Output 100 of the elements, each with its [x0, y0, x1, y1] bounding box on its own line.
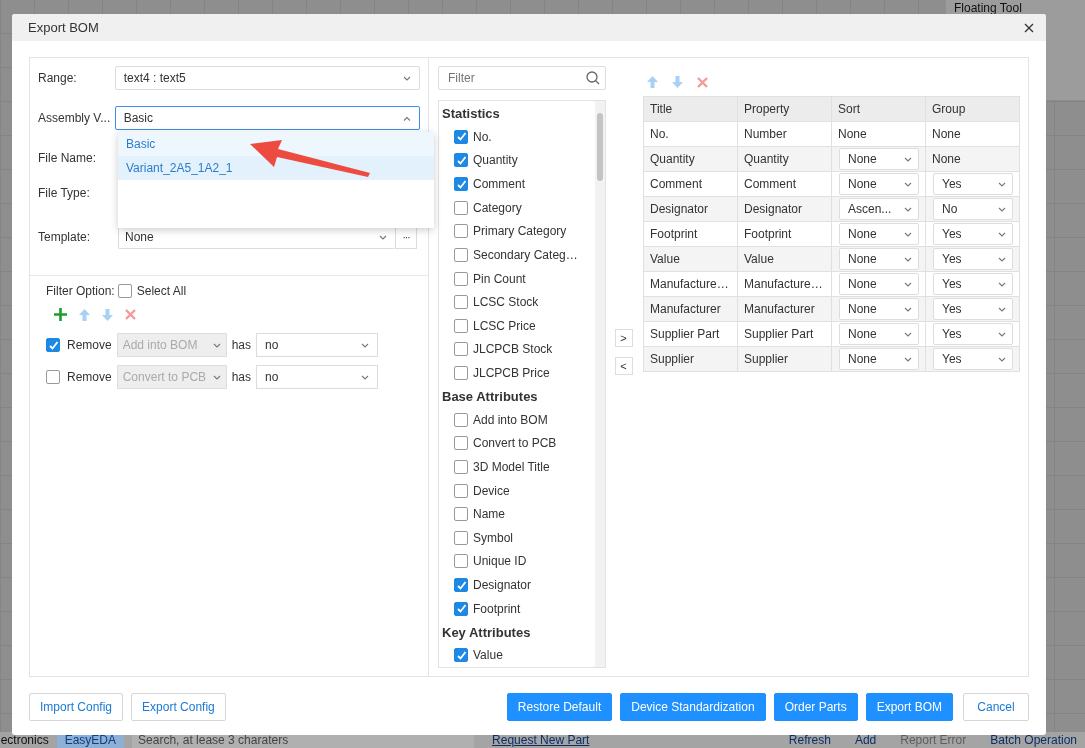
- checkbox[interactable]: [117, 284, 132, 298]
- checkbox[interactable]: [454, 578, 468, 593]
- dropdown[interactable]: No: [933, 198, 1013, 220]
- add-icon[interactable]: [54, 308, 67, 321]
- footer-button[interactable]: Export Config: [131, 693, 226, 721]
- checkbox[interactable]: [454, 412, 468, 427]
- caret-icon: [904, 281, 912, 287]
- table-cell: Manufacturer: [737, 296, 832, 322]
- checkbox[interactable]: [454, 200, 468, 215]
- delete-icon[interactable]: [697, 76, 708, 88]
- toolbar-button[interactable]: Refresh: [780, 733, 839, 747]
- group-title: Statistics: [442, 105, 501, 123]
- arrow-down-icon[interactable]: [672, 76, 683, 88]
- dropdown[interactable]: Yes: [933, 323, 1013, 345]
- close-icon[interactable]: [1024, 22, 1034, 33]
- checkbox[interactable]: [454, 436, 468, 451]
- caret-icon: [361, 342, 370, 348]
- dropdown[interactable]: Yes: [933, 298, 1013, 320]
- move-button[interactable]: >: [614, 329, 633, 347]
- checkbox[interactable]: [454, 554, 468, 569]
- attribute-label: JLCPCB Price: [473, 366, 550, 381]
- checkbox[interactable]: [454, 459, 468, 474]
- checkbox[interactable]: [454, 247, 468, 262]
- checkbox[interactable]: [454, 483, 468, 498]
- checkbox[interactable]: [454, 507, 468, 522]
- checkbox[interactable]: [46, 338, 60, 352]
- toolbar-button[interactable]: Add: [846, 733, 885, 747]
- checkbox[interactable]: [454, 177, 468, 192]
- more-button[interactable]: ···: [395, 225, 417, 249]
- checkbox[interactable]: [454, 153, 468, 168]
- dropdown[interactable]: None: [839, 348, 919, 370]
- checkbox[interactable]: [454, 129, 468, 144]
- checkbox[interactable]: [454, 601, 468, 616]
- caret-icon: [904, 306, 912, 312]
- checkbox[interactable]: [454, 224, 468, 239]
- range-dropdown[interactable]: text4 : text5: [114, 66, 420, 90]
- attribute-label: Unique ID: [473, 554, 527, 569]
- table-cell: None: [932, 127, 961, 141]
- dropdown[interactable]: None: [839, 298, 919, 320]
- attribute-label: JLCPCB Stock: [473, 342, 553, 357]
- operator-label: has: [231, 370, 252, 384]
- checkbox[interactable]: [454, 366, 468, 381]
- template-dropdown[interactable]: None: [118, 225, 395, 249]
- arrow-down-icon[interactable]: [102, 308, 113, 321]
- field-label: Assembly V...: [38, 111, 112, 125]
- table-cell: Supplier: [643, 346, 738, 372]
- request-link[interactable]: Request New Part: [492, 733, 590, 747]
- table-cell: Number: [737, 121, 832, 147]
- attribute-label: Designator: [473, 578, 532, 593]
- field-label: File Name:: [38, 151, 97, 165]
- dropdown[interactable]: None: [839, 248, 919, 270]
- arrow-up-icon[interactable]: [79, 308, 90, 321]
- table-cell: Comment: [737, 171, 832, 197]
- checkbox[interactable]: [46, 370, 60, 384]
- table-cell: Supplier Part: [643, 321, 738, 347]
- attribute-label: Primary Category: [473, 224, 567, 239]
- dropdown[interactable]: None: [839, 148, 919, 170]
- arrow-up-icon[interactable]: [647, 76, 658, 88]
- variant-dropdown[interactable]: Basic: [114, 106, 420, 130]
- column-header: Sort: [831, 96, 926, 122]
- dropdown[interactable]: Yes: [933, 273, 1013, 295]
- dropdown[interactable]: None: [839, 173, 919, 195]
- checkbox[interactable]: [454, 271, 468, 286]
- toolbar-button[interactable]: Batch Operation: [982, 733, 1085, 747]
- value-dropdown[interactable]: no: [256, 333, 379, 357]
- dropdown[interactable]: None: [839, 273, 919, 295]
- dropdown[interactable]: None: [839, 323, 919, 345]
- dropdown[interactable]: Yes: [933, 348, 1013, 370]
- dropdown-option[interactable]: Basic: [118, 132, 434, 156]
- caret-icon: [361, 374, 370, 380]
- table-cell: Supplier: [737, 346, 832, 372]
- checkbox[interactable]: [454, 530, 468, 545]
- caret-icon: [904, 256, 912, 262]
- checkbox[interactable]: [454, 648, 468, 663]
- checkbox[interactable]: [454, 295, 468, 310]
- dropdown-option[interactable]: Variant_2A5_1A2_1: [118, 156, 434, 180]
- filter-field[interactable]: Filter: [438, 66, 606, 90]
- caret-icon: [379, 234, 387, 240]
- search-input[interactable]: Search, at lease 3 charaters: [132, 732, 475, 748]
- operator-label: has: [231, 338, 252, 352]
- rule-label: Remove: [67, 338, 112, 352]
- table-cell: Supplier Part: [737, 321, 832, 347]
- dropdown[interactable]: None: [839, 223, 919, 245]
- dropdown[interactable]: Yes: [933, 248, 1013, 270]
- caret-icon: [998, 281, 1006, 287]
- dropdown[interactable]: Yes: [933, 173, 1013, 195]
- footer-button[interactable]: Cancel: [963, 693, 1029, 721]
- value-dropdown[interactable]: no: [256, 365, 379, 389]
- checkbox[interactable]: [454, 318, 468, 333]
- table-cell: Quantity: [737, 146, 832, 172]
- move-button[interactable]: <: [614, 357, 633, 375]
- search-icon[interactable]: [586, 71, 600, 85]
- scrollbar[interactable]: [595, 101, 605, 667]
- dropdown[interactable]: Ascen...: [839, 198, 919, 220]
- caret-icon: [998, 306, 1006, 312]
- column-header: Title: [643, 96, 738, 122]
- checkbox[interactable]: [454, 342, 468, 357]
- footer-button[interactable]: Import Config: [29, 693, 124, 721]
- delete-icon[interactable]: [125, 309, 136, 320]
- dropdown[interactable]: Yes: [933, 223, 1013, 245]
